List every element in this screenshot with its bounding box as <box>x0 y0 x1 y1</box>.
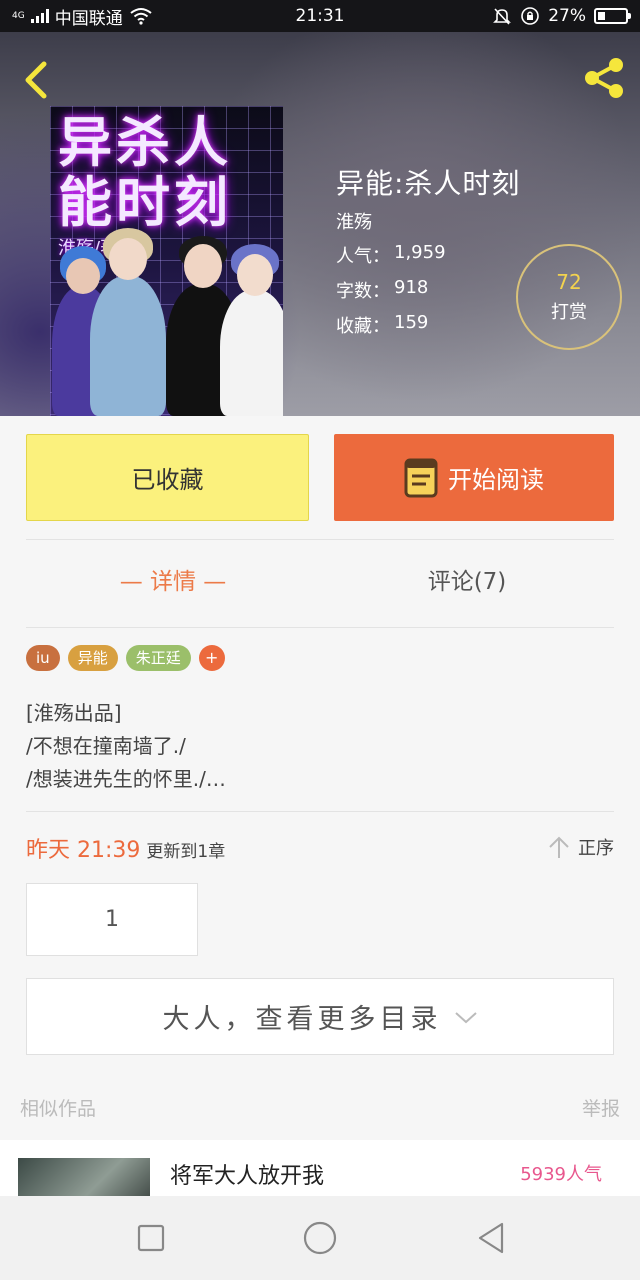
system-nav-bar <box>0 1196 640 1280</box>
tab-comments[interactable]: 评论(7) <box>320 562 614 596</box>
arrow-up-icon <box>549 836 569 858</box>
stat-favorites-value: 159 <box>394 312 429 333</box>
stat-words-value: 918 <box>394 277 429 298</box>
similar-item[interactable]: 将军大人放开我 5939人气 <box>0 1140 640 1196</box>
book-description[interactable]: [淮殇出品] /不想在撞南墙了./ /想装进先生的怀里./… <box>26 697 226 796</box>
battery-fill <box>598 12 606 20</box>
home-button[interactable] <box>300 1218 340 1258</box>
more-catalog-label: 大人，查看更多目录 <box>162 1004 442 1035</box>
stat-words-label: 字数： <box>336 281 390 302</box>
stat-words: 字数： 918 <box>336 277 428 303</box>
sort-label: 正序 <box>578 838 614 859</box>
back-button[interactable] <box>18 58 52 102</box>
start-reading-label: 开始阅读 <box>448 466 544 494</box>
carrier-name: 中国联通 <box>54 8 123 29</box>
book-title: 异能:杀人时刻 <box>336 167 521 200</box>
description-line: /想装进先生的怀里./… <box>26 767 226 791</box>
divider <box>26 539 614 540</box>
similar-popularity: 5939人气 <box>520 1164 602 1185</box>
tip-button[interactable]: 72 打赏 <box>516 244 622 350</box>
chapter-label: 1 <box>105 907 119 932</box>
wifi-icon <box>130 8 152 25</box>
report-link[interactable]: 举报 <box>582 1094 620 1121</box>
battery-percent: 27% <box>548 6 586 26</box>
square-icon <box>137 1224 165 1252</box>
tag-list: iu 异能 朱正廷 + <box>26 645 225 671</box>
add-tag-button[interactable]: + <box>198 645 225 671</box>
description-line: [淮殇出品] <box>26 701 122 725</box>
stat-popularity: 人气： 1,959 <box>336 242 446 268</box>
circle-icon <box>303 1221 337 1255</box>
more-catalog-button[interactable]: 大人，查看更多目录 <box>26 978 614 1055</box>
collected-label: 已收藏 <box>131 466 204 494</box>
network-type: 4G <box>12 10 25 21</box>
tip-label: 打赏 <box>551 302 587 323</box>
triangle-back-icon <box>478 1222 504 1254</box>
tag-chip[interactable]: 朱正廷 <box>125 645 191 671</box>
divider <box>26 627 614 628</box>
tag-chip[interactable]: 异能 <box>67 645 118 671</box>
description-line: /不想在撞南墙了./ <box>26 734 186 758</box>
signal-icon <box>30 9 49 23</box>
similar-title: 将军大人放开我 <box>170 1164 325 1189</box>
cover-figure-2 <box>90 228 166 416</box>
similar-cover <box>18 1158 150 1196</box>
book-icon <box>404 458 438 497</box>
book-header: 异杀人能时刻 淮殇/著 异能:杀人时刻 淮殇 人气： 1,959 字数： 918… <box>0 32 640 416</box>
book-author[interactable]: 淮殇 <box>336 208 372 234</box>
divider <box>26 811 614 812</box>
chevron-down-icon <box>454 1011 477 1023</box>
start-reading-button[interactable]: 开始阅读 <box>334 434 614 521</box>
chevron-left-icon <box>25 61 47 99</box>
update-time: 昨天 21:39 <box>26 838 141 863</box>
cover-figure-4 <box>220 244 283 416</box>
collected-button[interactable]: 已收藏 <box>26 434 309 521</box>
share-icon <box>585 58 623 98</box>
tag-chip[interactable]: iu <box>26 645 60 671</box>
update-info: 昨天 21:39 更新到1章 <box>26 832 225 864</box>
chapter-item[interactable]: 1 <box>26 883 198 956</box>
sort-toggle[interactable]: 正序 <box>548 834 614 860</box>
stat-popularity-label: 人气： <box>336 246 390 267</box>
stat-favorites-label: 收藏： <box>336 316 390 337</box>
tip-count: 72 <box>556 270 582 294</box>
rotation-lock-icon <box>521 7 540 25</box>
tab-details[interactable]: — 详情 — <box>26 562 320 596</box>
similar-section-title: 相似作品 <box>20 1098 97 1120</box>
status-bar: 4G 中国联通 21:31 27% <box>0 0 640 32</box>
update-text: 更新到1章 <box>146 842 226 862</box>
cover-title-art: 异杀人能时刻 <box>58 110 232 234</box>
battery-icon <box>594 8 631 24</box>
back-nav-button[interactable] <box>470 1218 510 1258</box>
share-button[interactable] <box>580 54 628 102</box>
stat-favorites: 收藏： 159 <box>336 312 428 338</box>
stat-popularity-value: 1,959 <box>394 242 446 263</box>
mute-icon <box>493 8 512 25</box>
book-cover[interactable]: 异杀人能时刻 淮殇/著 <box>50 106 283 416</box>
recents-button[interactable] <box>131 1218 171 1258</box>
